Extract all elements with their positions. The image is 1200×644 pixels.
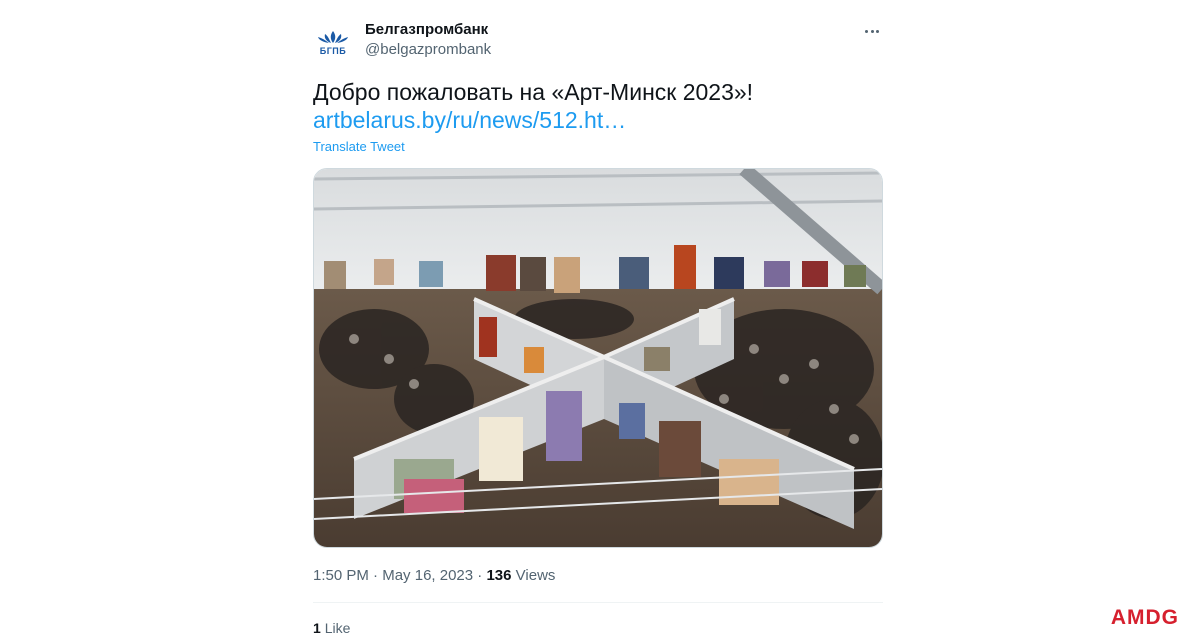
bank-logo-icon [318, 30, 348, 43]
meta-separator: · [373, 567, 379, 584]
brand-watermark: AMDG [1110, 606, 1179, 629]
views-label: Views [515, 567, 556, 584]
likes-row[interactable]: 1 Like [313, 619, 883, 637]
tweet-header: БГПБ Белгазпромбанк @belgazprombank [313, 16, 883, 66]
tweet-link[interactable]: artbelarus.by/ru/news/512.ht… [313, 106, 883, 134]
tweet-time[interactable]: 1:50 PM [313, 567, 369, 584]
more-options-icon[interactable] [861, 22, 883, 40]
tweet-date[interactable]: May 16, 2023 [382, 567, 473, 584]
tweet-media-photo[interactable] [313, 168, 883, 548]
user-handle[interactable]: @belgazprombank [365, 40, 491, 60]
tweet-meta: 1:50 PM · May 16, 2023 · 136 Views [313, 566, 883, 586]
display-name[interactable]: Белгазпромбанк [365, 20, 491, 40]
avatar[interactable]: БГПБ [313, 22, 353, 62]
author-names: Белгазпромбанк @belgazprombank [365, 20, 491, 60]
meta-separator: · [477, 567, 483, 584]
likes-label: Like [324, 620, 351, 636]
avatar-text: БГПБ [319, 45, 347, 56]
tweet-card: БГПБ Белгазпромбанк @belgazprombank Добр… [313, 16, 883, 637]
views-count: 136 [486, 567, 512, 584]
tweet-text: Добро пожаловать на «Арт-Минск 2023»! [313, 79, 754, 105]
translate-tweet-button[interactable]: Translate Tweet [313, 138, 405, 156]
likes-count: 1 [313, 620, 321, 636]
divider [313, 602, 883, 603]
photo-icon [314, 169, 882, 547]
